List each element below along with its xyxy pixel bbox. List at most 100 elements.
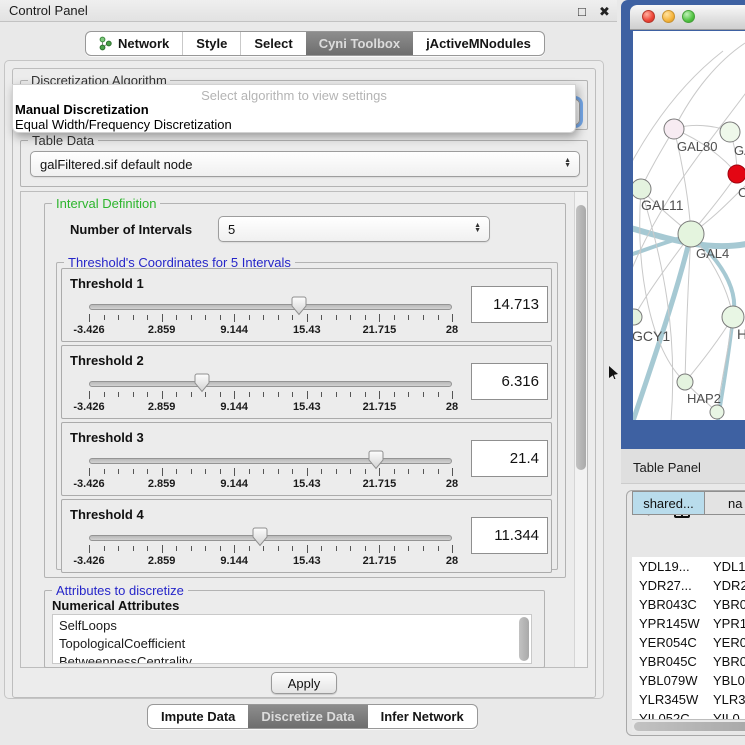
column-header-name[interactable]: na bbox=[704, 491, 745, 515]
tab-style[interactable]: Style bbox=[182, 32, 240, 55]
node-gcy1[interactable] bbox=[633, 309, 642, 325]
table-row[interactable]: YLR345WYLR3 bbox=[632, 690, 745, 709]
label-ga-partial: GAL bbox=[734, 143, 745, 158]
table-row[interactable]: YPR145WYPR1 bbox=[632, 614, 745, 633]
tick-label: 21.715 bbox=[349, 401, 409, 413]
tab-infer-network[interactable]: Infer Network bbox=[368, 705, 477, 728]
slider-thumb[interactable] bbox=[291, 296, 307, 316]
slider-tick bbox=[263, 315, 264, 320]
slider-tick bbox=[191, 315, 192, 320]
slider-tick bbox=[162, 468, 163, 476]
attribute-list-item[interactable]: TopologicalCoefficient bbox=[59, 636, 185, 651]
tab-select[interactable]: Select bbox=[240, 32, 305, 55]
slider-tick bbox=[278, 469, 279, 474]
slider-tick bbox=[220, 469, 221, 474]
tab-network[interactable]: Network bbox=[86, 32, 182, 55]
slider-tick bbox=[438, 546, 439, 551]
slider-tick bbox=[118, 546, 119, 551]
table-row[interactable]: YBL079WYBL0 bbox=[632, 671, 745, 690]
table-hscrollbar-thumb[interactable] bbox=[634, 722, 745, 731]
node-red-selected[interactable] bbox=[728, 165, 745, 183]
network-view[interactable]: GAL80 GAL C GAL11 GAL4 GCY1 H HAP2 bbox=[633, 31, 745, 420]
slider-tick bbox=[350, 546, 351, 551]
slider-tick bbox=[176, 469, 177, 474]
slider-tick bbox=[133, 546, 134, 551]
node-h[interactable] bbox=[722, 306, 744, 328]
algorithm-option-equal-width[interactable]: Equal Width/Frequency Discretization bbox=[15, 117, 232, 132]
tick-label: 28 bbox=[422, 555, 482, 567]
table-row[interactable]: YBR045CYBR0 bbox=[632, 652, 745, 671]
slider-tick bbox=[191, 546, 192, 551]
algorithm-option-manual[interactable]: Manual Discretization bbox=[15, 102, 149, 117]
slider-track[interactable] bbox=[89, 304, 452, 310]
network-window-titlebar[interactable] bbox=[630, 5, 745, 30]
algorithm-placeholder: Select algorithm to view settings bbox=[13, 88, 575, 103]
table-row[interactable]: YER054CYER0 bbox=[632, 633, 745, 652]
label-gal4: GAL4 bbox=[696, 246, 729, 261]
node-hap2[interactable] bbox=[677, 374, 693, 390]
attributes-list[interactable]: SelfLoops TopologicalCoefficient Betweenne… bbox=[52, 614, 532, 664]
slider-thumb[interactable] bbox=[252, 527, 268, 547]
threshold-value-field[interactable]: 14.713 bbox=[471, 286, 548, 323]
mouse-cursor bbox=[609, 366, 618, 379]
attribute-list-item[interactable]: BetweennessCentrality bbox=[59, 654, 192, 664]
tick-label: 15.43 bbox=[277, 555, 337, 567]
slider-track[interactable] bbox=[89, 381, 452, 387]
column-header-shared-name[interactable]: shared... bbox=[632, 491, 705, 515]
threshold-value-field[interactable]: 21.4 bbox=[471, 440, 548, 477]
slider-tick bbox=[394, 315, 395, 320]
tab-jactivemnodules[interactable]: jActiveMNodules bbox=[413, 32, 544, 55]
slider-tick bbox=[176, 315, 177, 320]
num-intervals-combo[interactable]: 5 ▲▼ bbox=[218, 216, 490, 242]
close-panel-icon[interactable]: ✖ bbox=[599, 4, 610, 20]
slider-tick bbox=[205, 469, 206, 474]
slider-tick bbox=[162, 545, 163, 553]
node-partial-top-right[interactable] bbox=[720, 122, 740, 142]
node-gal11[interactable] bbox=[633, 179, 651, 199]
slider-tick bbox=[147, 546, 148, 551]
attributes-scrollbar-thumb[interactable] bbox=[519, 617, 529, 661]
node-gal80[interactable] bbox=[664, 119, 684, 139]
table-row[interactable]: YDR27...YDR2 bbox=[632, 576, 745, 595]
slider-tick bbox=[336, 469, 337, 474]
tab-cyni-toolbox[interactable]: Cyni Toolbox bbox=[306, 32, 413, 55]
threshold-row: Threshold 2-3.4262.8599.14415.4321.71528… bbox=[61, 345, 552, 419]
tab-discretize-data[interactable]: Discretize Data bbox=[248, 705, 367, 728]
table-data-combo[interactable]: galFiltered.sif default node ▲▼ bbox=[30, 151, 580, 177]
apply-button[interactable]: Apply bbox=[271, 672, 337, 694]
outer-scrollbar-thumb[interactable] bbox=[576, 205, 586, 470]
cell-shared-name: YBR045C bbox=[639, 654, 697, 669]
slider-tick bbox=[89, 468, 90, 476]
slider-thumb[interactable] bbox=[194, 373, 210, 393]
tick-label: -3.426 bbox=[59, 478, 119, 490]
table-hscrollbar[interactable] bbox=[632, 719, 745, 732]
slider-tick bbox=[394, 469, 395, 474]
slider-tick bbox=[350, 392, 351, 397]
close-traffic-light[interactable] bbox=[642, 10, 655, 23]
zoom-traffic-light[interactable] bbox=[682, 10, 695, 23]
slider-tick bbox=[162, 314, 163, 322]
attribute-list-item[interactable]: SelfLoops bbox=[59, 618, 117, 633]
slider-tick bbox=[104, 469, 105, 474]
table-row[interactable]: YDL19...YDL1 bbox=[632, 557, 745, 576]
float-panel-icon[interactable]: □ bbox=[578, 4, 586, 19]
slider-thumb[interactable] bbox=[368, 450, 384, 470]
slider-tick bbox=[452, 468, 453, 476]
slider-tick bbox=[350, 315, 351, 320]
slider-track[interactable] bbox=[89, 535, 452, 541]
table-row[interactable]: YBR043CYBR0 bbox=[632, 595, 745, 614]
slider-tick bbox=[307, 391, 308, 399]
slider-tick bbox=[147, 469, 148, 474]
slider-tick bbox=[205, 315, 206, 320]
threshold-value-field[interactable]: 11.344 bbox=[471, 517, 548, 554]
cell-name: YDL1 bbox=[713, 559, 745, 574]
node-gal4[interactable] bbox=[678, 221, 704, 247]
slider-tick bbox=[292, 469, 293, 474]
node-bottom-partial[interactable] bbox=[710, 405, 724, 419]
threshold-value-field[interactable]: 6.316 bbox=[471, 363, 548, 400]
slider-tick bbox=[321, 392, 322, 397]
cell-shared-name: YDR27... bbox=[639, 578, 692, 593]
tab-impute-data[interactable]: Impute Data bbox=[148, 705, 248, 728]
minimize-traffic-light[interactable] bbox=[662, 10, 675, 23]
slider-track[interactable] bbox=[89, 458, 452, 464]
